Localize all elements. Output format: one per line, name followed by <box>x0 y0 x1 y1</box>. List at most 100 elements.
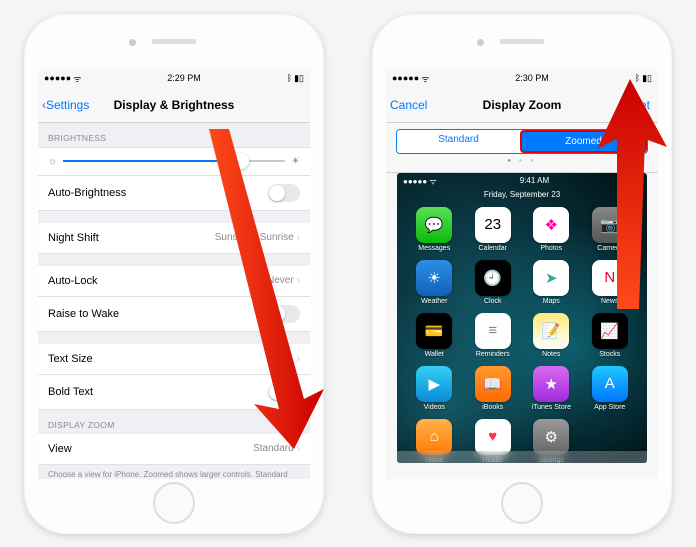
app-calendar[interactable]: 23 Calendar <box>466 207 521 252</box>
app-icon: ➤ <box>533 260 569 296</box>
app-icon: ⚙ <box>533 419 569 455</box>
wifi-icon: ᯤ <box>421 72 429 85</box>
app-label: Messages <box>418 245 450 252</box>
app-label: Wallet <box>425 351 444 358</box>
display-zoom-screen: ●●●●● ᯤ 2:30 PM ᛒ ▮▯ Cancel Display Zoom… <box>386 69 658 479</box>
status-bar: ●●●●● ᯤ 2:29 PM ᛒ ▮▯ <box>38 69 310 88</box>
app-icon: 💬 <box>416 207 452 243</box>
nav-bar: Cancel Display Zoom Set <box>386 88 658 123</box>
app-icon: 23 <box>475 207 511 243</box>
app-label: Calendar <box>479 245 507 252</box>
app-icon: 🕘 <box>475 260 511 296</box>
zoom-preview: ●●●●● ᯤ 9:41 AM ▮▯ Friday, September 23 … <box>397 173 647 463</box>
night-shift-value: Sunset to Sunrise <box>215 232 294 243</box>
display-zoom-footer: Choose a view for iPhone. Zoomed shows l… <box>38 465 310 479</box>
chevron-right-icon: › <box>297 275 300 286</box>
cancel-button[interactable]: Cancel <box>390 98 427 112</box>
app-icon: ♥ <box>475 419 511 455</box>
phone-camera <box>477 39 484 46</box>
app-reminders[interactable]: ≡ Reminders <box>466 313 521 358</box>
app-label: Videos <box>424 404 445 411</box>
app-clock[interactable]: 🕘 Clock <box>466 260 521 305</box>
app-label: Clock <box>484 298 502 305</box>
set-button[interactable]: Set <box>632 98 650 112</box>
bold-text-toggle[interactable] <box>268 383 300 401</box>
auto-brightness-row[interactable]: Auto-Brightness <box>38 176 310 211</box>
phone-camera <box>129 39 136 46</box>
signal-icon: ●●●●● <box>44 73 71 83</box>
app-stocks[interactable]: 📈Stocks <box>583 313 638 358</box>
segmented-control-wrap: Standard Zoomed ● ● ● <box>386 123 658 173</box>
iphone-right: ●●●●● ᯤ 2:30 PM ᛒ ▮▯ Cancel Display Zoom… <box>372 14 672 534</box>
app-maps[interactable]: ➤ Maps <box>524 260 579 305</box>
battery-icon: ▮▯ <box>642 73 652 84</box>
display-zoom-header: DISPLAY ZOOM <box>38 410 310 434</box>
app-weather[interactable]: ☀Weather <box>407 260 462 305</box>
app-label: Camera <box>597 245 622 252</box>
app-app-store[interactable]: AApp Store <box>583 366 638 411</box>
chevron-right-icon: › <box>296 353 300 365</box>
text-size-label: Text Size <box>48 353 93 365</box>
auto-lock-value: Never <box>267 275 294 286</box>
dock <box>397 451 647 463</box>
app-label: Notes <box>542 351 560 358</box>
back-button[interactable]: ‹ Settings <box>42 98 89 112</box>
auto-brightness-toggle[interactable] <box>268 184 300 202</box>
app-ibooks[interactable]: 📖iBooks <box>466 366 521 411</box>
bold-text-label: Bold Text <box>48 386 93 398</box>
home-button[interactable] <box>153 482 195 524</box>
app-news[interactable]: NNews <box>583 260 638 305</box>
sun-high-icon: ☀ <box>291 156 300 167</box>
segment-standard[interactable]: Standard <box>397 130 520 153</box>
raise-to-wake-row[interactable]: Raise to Wake <box>38 297 310 332</box>
brightness-header: BRIGHTNESS <box>38 123 310 147</box>
view-row[interactable]: View Standard› <box>38 434 310 465</box>
night-shift-label: Night Shift <box>48 232 99 244</box>
view-label: View <box>48 443 72 455</box>
app-icon: 📝 <box>533 313 569 349</box>
segmented-control: Standard Zoomed <box>396 129 648 154</box>
app-photos[interactable]: ❖Photos <box>524 207 579 252</box>
cancel-label: Cancel <box>390 98 427 112</box>
text-size-row[interactable]: Text Size › <box>38 344 310 375</box>
app-icon: 💳 <box>416 313 452 349</box>
app-label: Weather <box>421 298 447 305</box>
signal-icon: ●●●●● <box>392 73 419 83</box>
battery-icon: ▮▯ <box>632 176 641 187</box>
brightness-slider[interactable] <box>63 160 285 162</box>
app-icon: N <box>592 260 628 296</box>
battery-icon: ▮▯ <box>294 73 304 84</box>
night-shift-row[interactable]: Night Shift Sunset to Sunrise› <box>38 223 310 254</box>
brightness-slider-row: ☼ ☀ <box>38 147 310 176</box>
app-messages[interactable]: 💬 Messages <box>407 207 462 252</box>
segment-zoomed[interactable]: Zoomed <box>520 130 647 153</box>
raise-to-wake-toggle[interactable] <box>268 305 300 323</box>
set-label: Set <box>632 98 650 112</box>
app-label: iTunes Store <box>532 404 571 411</box>
preview-date: Friday, September 23 <box>397 190 647 203</box>
wifi-icon: ᯤ <box>73 72 81 85</box>
app-camera[interactable]: 📷Camera <box>583 207 638 252</box>
app-itunes-store[interactable]: ★iTunes Store <box>524 366 579 411</box>
auto-lock-label: Auto-Lock <box>48 275 98 287</box>
app-icon: ≡ <box>475 313 511 349</box>
signal-icon: ●●●●● ᯤ <box>403 176 437 187</box>
settings-screen: ●●●●● ᯤ 2:29 PM ᛒ ▮▯ ‹ Settings Display … <box>38 69 310 479</box>
app-wallet[interactable]: 💳 Wallet <box>407 313 462 358</box>
app-notes[interactable]: 📝 Notes <box>524 313 579 358</box>
nav-title: Display & Brightness <box>114 98 235 112</box>
app-label: Reminders <box>476 351 510 358</box>
iphone-left: ●●●●● ᯤ 2:29 PM ᛒ ▮▯ ‹ Settings Display … <box>24 14 324 534</box>
bluetooth-icon: ᛒ <box>287 73 292 83</box>
bluetooth-icon: ᛒ <box>635 73 640 83</box>
preview-time: 9:41 AM <box>520 176 549 187</box>
bold-text-row[interactable]: Bold Text <box>38 375 310 410</box>
auto-brightness-label: Auto-Brightness <box>48 187 126 199</box>
app-label: iBooks <box>482 404 503 411</box>
view-value: Standard <box>253 443 294 454</box>
app-videos[interactable]: ▶Videos <box>407 366 462 411</box>
auto-lock-row[interactable]: Auto-Lock Never› <box>38 266 310 297</box>
home-button[interactable] <box>501 482 543 524</box>
app-icon: A <box>592 366 628 402</box>
app-label: Maps <box>543 298 560 305</box>
